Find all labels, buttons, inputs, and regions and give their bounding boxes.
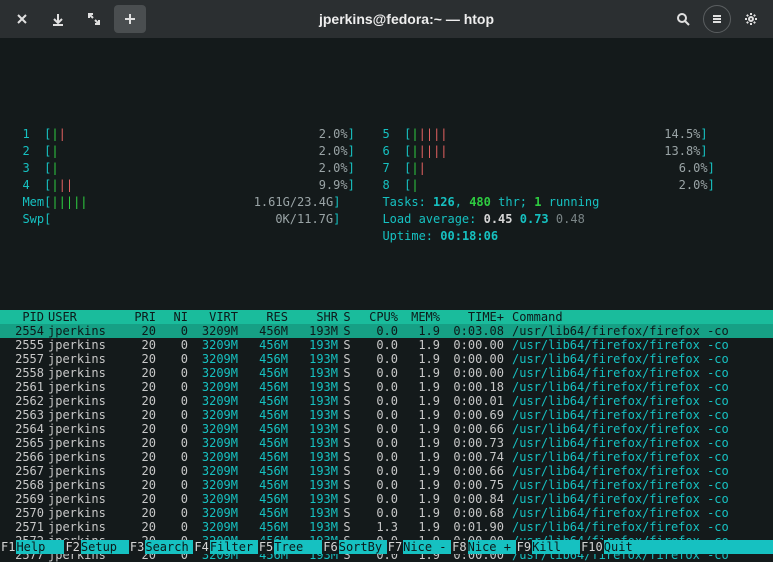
col-pri[interactable]: PRI — [120, 310, 156, 324]
new-tab-button[interactable] — [114, 5, 146, 33]
close-icon — [15, 12, 29, 26]
fullscreen-icon — [87, 12, 101, 26]
col-virt[interactable]: VIRT — [188, 310, 238, 324]
process-row[interactable]: 2571jperkins2003209M456M193MS1.31.90:01.… — [0, 520, 773, 534]
close-tab-button[interactable] — [6, 5, 38, 33]
col-user[interactable]: USER — [48, 310, 120, 324]
uptime-line: Uptime: 00:18:06 — [368, 228, 498, 245]
fkey-action-tree[interactable]: Tree — [274, 540, 322, 554]
process-row[interactable]: 2562jperkins2003209M456M193MS0.01.90:00.… — [0, 394, 773, 408]
fkey-action-search[interactable]: Search — [145, 540, 193, 554]
col-res[interactable]: RES — [238, 310, 288, 324]
fkey-label: F1 — [0, 540, 16, 554]
col-ni[interactable]: NI — [156, 310, 188, 324]
process-row[interactable]: 2567jperkins2003209M456M193MS0.01.90:00.… — [0, 464, 773, 478]
function-key-bar: F1HelpF2SetupF3SearchF4FilterF5TreeF6Sor… — [0, 540, 773, 554]
process-row[interactable]: 2563jperkins2003209M456M193MS0.01.90:00.… — [0, 408, 773, 422]
fkey-action-setup[interactable]: Setup — [81, 540, 129, 554]
col-cpu[interactable]: CPU% — [356, 310, 398, 324]
search-icon — [676, 12, 690, 26]
fkey-action-quit[interactable]: Quit — [604, 540, 773, 554]
fkey-action-filter[interactable]: Filter — [210, 540, 258, 554]
download-button[interactable] — [42, 5, 74, 33]
process-row[interactable]: 2565jperkins2003209M456M193MS0.01.90:00.… — [0, 436, 773, 450]
process-row[interactable]: 2554jperkins2003209M456M193MS0.01.90:03.… — [0, 324, 773, 338]
col-mem[interactable]: MEM% — [398, 310, 440, 324]
fkey-action-help[interactable]: Help — [16, 540, 64, 554]
process-row[interactable]: 2568jperkins2003209M456M193MS0.01.90:00.… — [0, 478, 773, 492]
gear-icon — [744, 12, 758, 26]
tasks-line: Tasks: 126, 480 thr; 1 running — [368, 194, 599, 211]
col-time[interactable]: TIME+ — [440, 310, 508, 324]
window-title: jperkins@fedora:~ — htop — [150, 11, 663, 27]
fkey-action-kill[interactable]: Kill — [532, 540, 580, 554]
fullscreen-button[interactable] — [78, 5, 110, 33]
plus-icon — [123, 12, 137, 26]
fkey-label: F3 — [129, 540, 145, 554]
settings-button[interactable] — [735, 5, 767, 33]
process-row[interactable]: 2566jperkins2003209M456M193MS0.01.90:00.… — [0, 450, 773, 464]
process-row[interactable]: 2570jperkins2003209M456M193MS0.01.90:00.… — [0, 506, 773, 520]
col-pid[interactable]: PID — [0, 310, 48, 324]
fkey-label: F7 — [387, 540, 403, 554]
fkey-label: F10 — [580, 540, 604, 554]
fkey-label: F6 — [322, 540, 338, 554]
col-s[interactable]: S — [338, 310, 356, 324]
fkey-action-nice-+[interactable]: Nice + — [468, 540, 516, 554]
process-row[interactable]: 2557jperkins2003209M456M193MS0.01.90:00.… — [0, 352, 773, 366]
terminal-output[interactable]: 1 [|| 2.0%] 5 [||||| 14.5%] 2 [| 2.0%] 6… — [0, 38, 773, 310]
fkey-label: F8 — [451, 540, 467, 554]
loadavg-line: Load average: 0.45 0.73 0.48 — [368, 211, 585, 228]
process-row[interactable]: 2569jperkins2003209M456M193MS0.01.90:00.… — [0, 492, 773, 506]
fkey-action-sortby[interactable]: SortBy — [339, 540, 387, 554]
fkey-label: F5 — [258, 540, 274, 554]
fkey-label: F9 — [516, 540, 532, 554]
col-shr[interactable]: SHR — [288, 310, 338, 324]
search-button[interactable] — [667, 5, 699, 33]
download-icon — [51, 12, 65, 26]
fkey-action-nice--[interactable]: Nice - — [403, 540, 451, 554]
fkey-label: F2 — [64, 540, 80, 554]
process-row[interactable]: 2555jperkins2003209M456M193MS0.01.90:00.… — [0, 338, 773, 352]
menu-button[interactable] — [703, 5, 731, 33]
col-cmd[interactable]: Command — [508, 310, 773, 324]
process-row[interactable]: 2561jperkins2003209M456M193MS0.01.90:00.… — [0, 380, 773, 394]
process-row[interactable]: 2564jperkins2003209M456M193MS0.01.90:00.… — [0, 422, 773, 436]
window-titlebar: jperkins@fedora:~ — htop — [0, 0, 773, 38]
fkey-label: F4 — [193, 540, 209, 554]
process-row[interactable]: 2558jperkins2003209M456M193MS0.01.90:00.… — [0, 366, 773, 380]
process-list[interactable]: 2554jperkins2003209M456M193MS0.01.90:03.… — [0, 324, 773, 562]
hamburger-icon — [710, 12, 724, 26]
process-header-row[interactable]: PID USER PRI NI VIRT RES SHR S CPU% MEM%… — [0, 310, 773, 324]
